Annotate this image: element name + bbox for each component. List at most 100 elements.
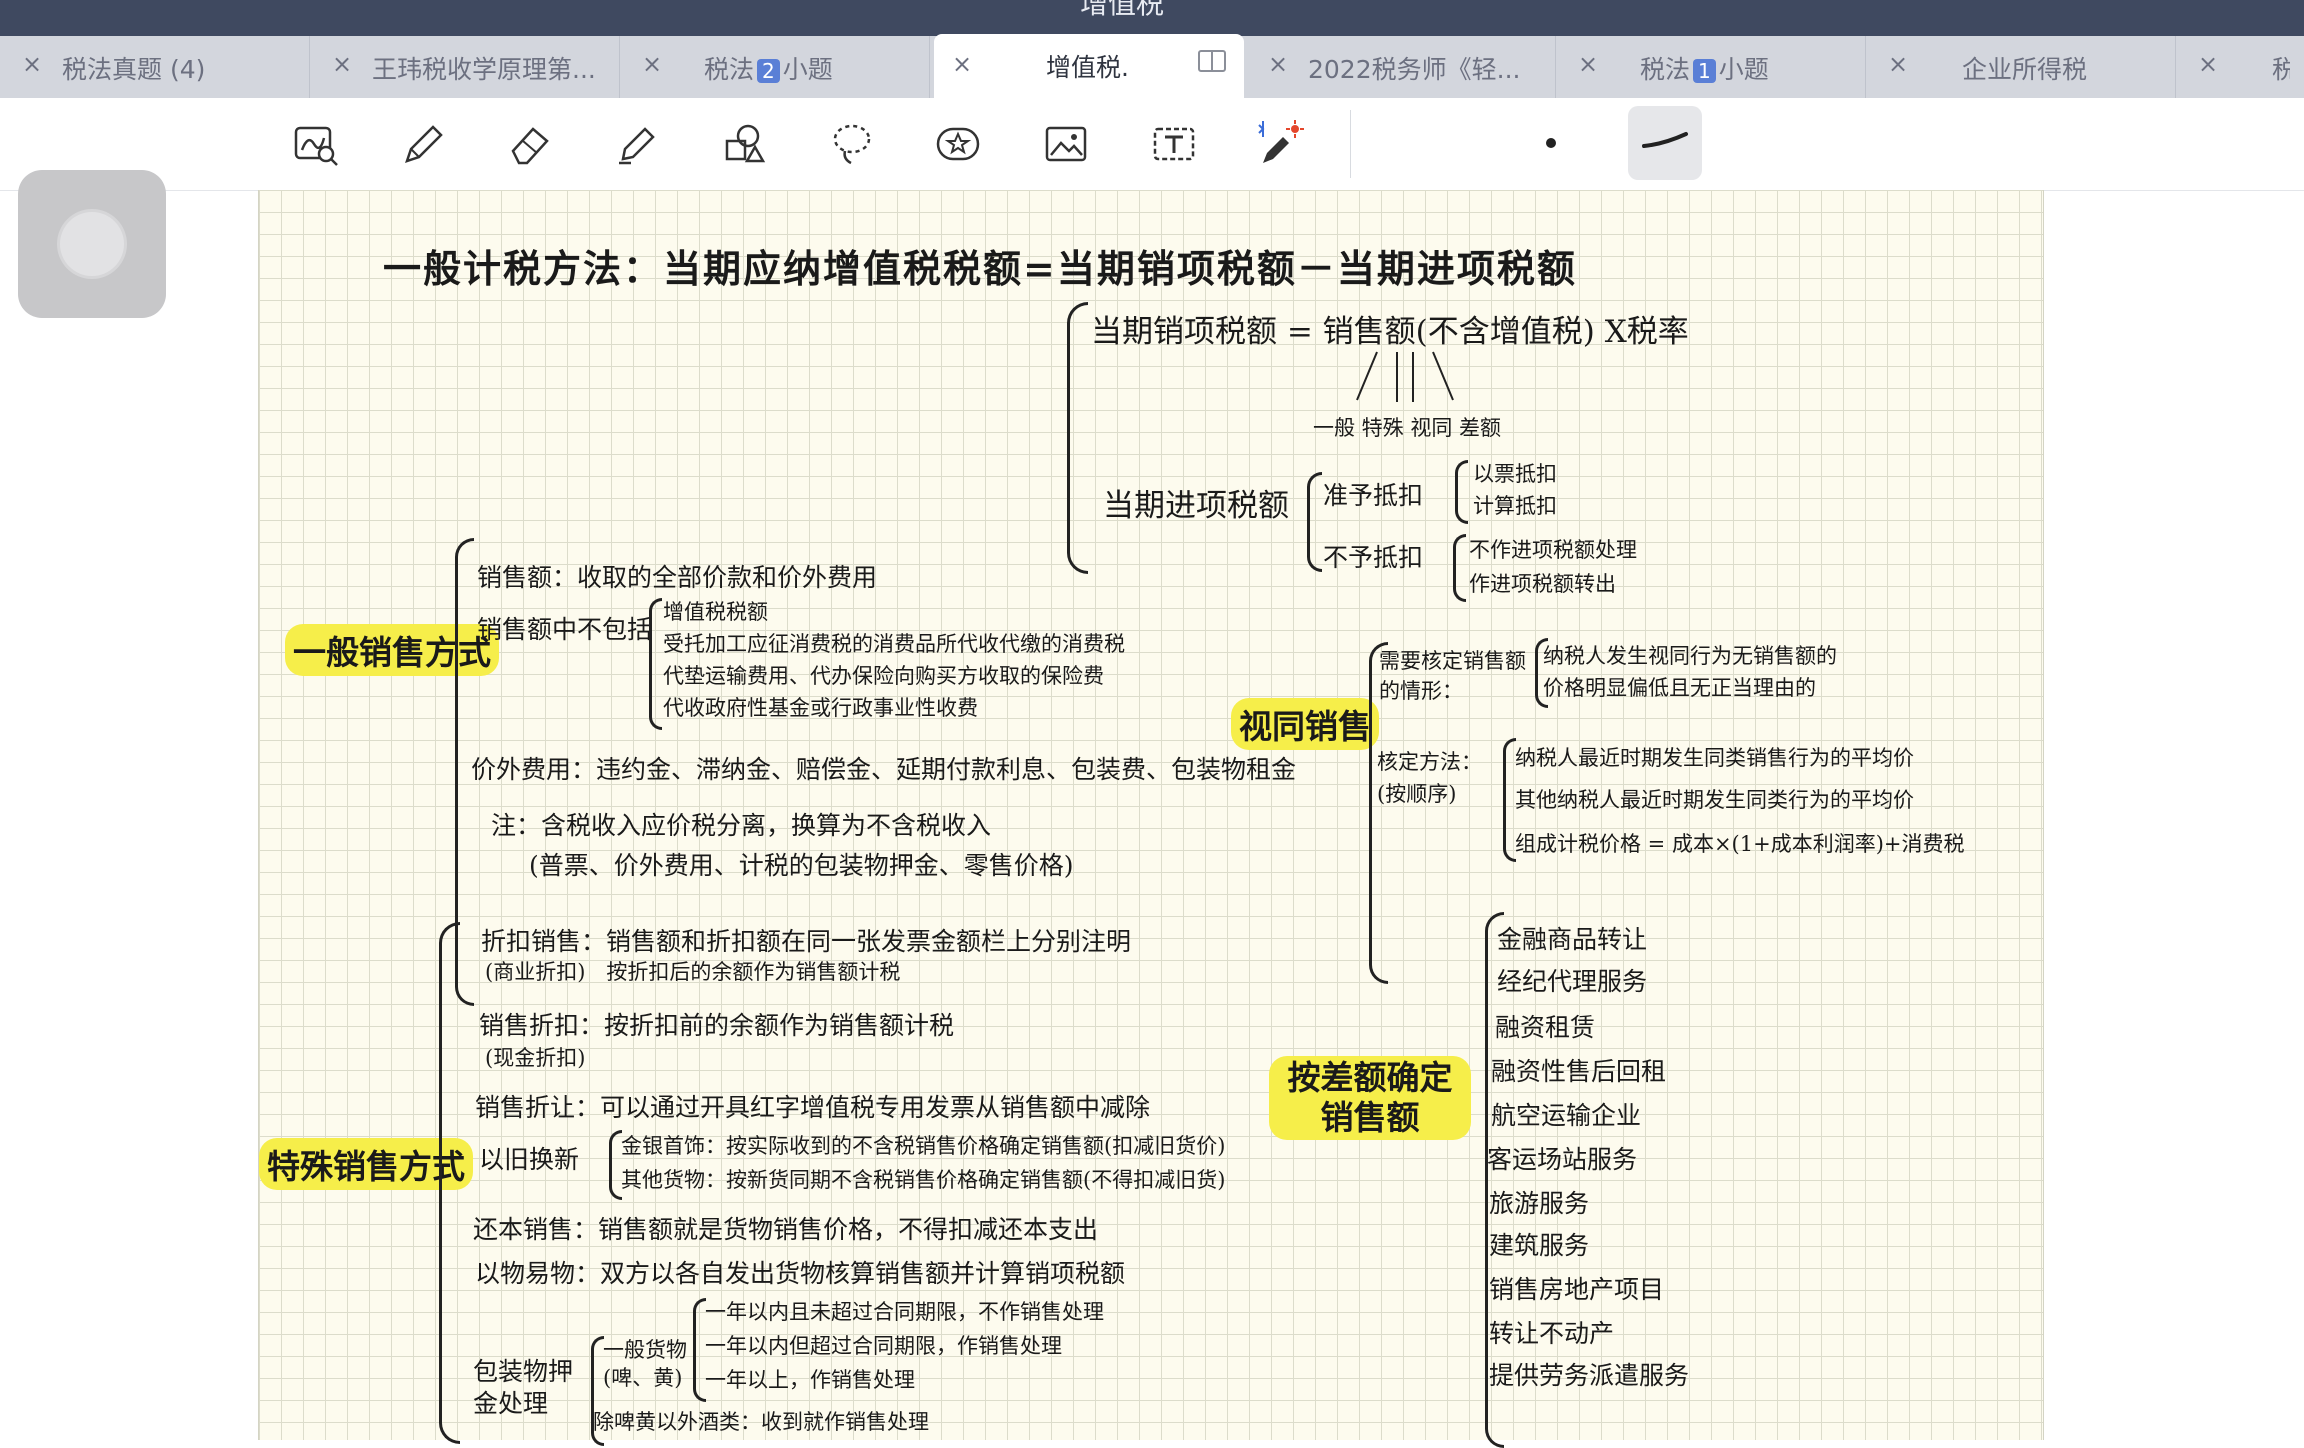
tab-shuifa-zhenti[interactable]: × 税法真题 (4) (0, 36, 310, 98)
deemed-sales-method: 其他纳税人最近时期发生同类行为的平均价 (1515, 788, 1914, 812)
arrows (1356, 351, 1454, 402)
trade-in-rule: 金银首饰：按实际收到的不含税销售价格确定销售额(扣减旧货价) (621, 1134, 1226, 1158)
tab-shuifa-1[interactable]: × 税法 1 小题 (1556, 36, 1866, 98)
tab-label: 税法 2 小题 (704, 55, 833, 84)
special-sales-item: 以物易物：双方以各自发出货物核算销售额并计算销项税额 (475, 1259, 1126, 1288)
tab-label: 王玮税收学原理第... (372, 55, 596, 84)
close-icon[interactable]: × (950, 52, 974, 76)
general-sales-item: 销售额中不包括 (477, 615, 653, 644)
differential-item: 旅游服务 (1489, 1189, 1590, 1218)
deposit-rule: 一年以上，作销售处理 (705, 1368, 915, 1392)
special-sales-item: 折扣销售：销售额和折扣额在同一张发票金额栏上分别注明 (481, 927, 1132, 956)
close-icon[interactable]: × (1576, 52, 1600, 76)
trade-in-label: 以旧换新 (479, 1145, 580, 1174)
close-icon[interactable]: × (2196, 52, 2220, 76)
differential-item: 提供劳务派遣服务 (1489, 1361, 1690, 1390)
stroke-style-button[interactable] (1628, 106, 1702, 180)
non-deductible-item: 不作进项税额处理 (1469, 538, 1637, 562)
deposit-rule: 一年以内但超过合同期限，作销售处理 (705, 1334, 1062, 1358)
brace (1455, 460, 1468, 524)
deemed-sales-method: 纳税人最近时期发生同类销售行为的平均价 (1515, 746, 1914, 770)
deemed-sales-method: 组成计税价格 = 成本×(1+成本利润率)+消费税 (1515, 832, 1965, 856)
split-view-icon[interactable] (1198, 50, 1226, 72)
special-sales-item: (商业折扣) 按折扣后的余额作为销售额计税 (485, 960, 901, 984)
deemed-sales-label: 视同销售 (1231, 698, 1379, 750)
excluded-item: 受托加工应征消费税的消费品所代收代缴的消费税 (663, 632, 1125, 656)
image-icon[interactable] (1034, 112, 1098, 176)
deposit-other: 除啤黄以外酒类：收到就作销售处理 (593, 1410, 929, 1434)
sticker-icon[interactable] (926, 112, 990, 176)
trade-in-rule: 其他货物：按新货同期不含税销售价格确定销售额(不得扣减旧货) (621, 1168, 1226, 1192)
pen-size-dot[interactable] (1546, 138, 1556, 148)
toolbar-divider (1350, 110, 1351, 178)
deductible-item: 计算抵扣 (1473, 494, 1557, 518)
lasso-zoom-icon[interactable] (284, 112, 348, 176)
differential-item: 融资性售后回租 (1491, 1057, 1667, 1086)
tab-label: 企业所得税 (1962, 55, 2088, 84)
differential-item: 建筑服务 (1489, 1231, 1590, 1260)
general-sales-note: 注：含税收入应价税分离，换算为不含税收入 (491, 811, 992, 840)
note-page[interactable]: 一般计税方法：当期应纳增值税税额=当期销项税额－当期进项税额 当期销项税额 = … (258, 190, 2044, 1448)
close-icon[interactable]: × (20, 52, 44, 76)
excluded-item: 增值税税额 (663, 600, 768, 624)
deposit-rule: 一年以内且未超过合同期限，不作销售处理 (705, 1300, 1104, 1324)
brace (439, 922, 460, 1444)
differential-label: 按差额确定销售额 (1269, 1056, 1471, 1140)
deemed-sales-method-header: 核定方法：(按顺序) (1377, 750, 1482, 806)
brace (1307, 472, 1322, 572)
special-sales-item: 销售折扣：按折扣前的余额作为销售额计税 (479, 1011, 955, 1040)
highlighter-icon[interactable] (604, 112, 668, 176)
general-sales-item: 价外费用：违约金、滞纳金、赔偿金、延期付款利息、包装费、包装物租金 (471, 755, 1297, 784)
window-title: 增值税 (1080, 0, 1165, 20)
close-icon[interactable]: × (1886, 52, 1910, 76)
status-strip: 增值税 (0, 0, 2304, 36)
page-title: 一般计税方法：当期应纳增值税税额=当期销项税额－当期进项税额 (383, 246, 1577, 291)
excluded-item: 代垫运输费用、代办保险向购买方收取的保险费 (663, 664, 1104, 688)
tab-qiye-suodeshui[interactable]: × 企业所得税 (1866, 36, 2176, 98)
differential-item: 金融商品转让 (1497, 925, 1648, 954)
assistive-touch-button[interactable] (18, 170, 166, 318)
close-icon[interactable]: × (1266, 52, 1290, 76)
differential-item: 经纪代理服务 (1497, 967, 1648, 996)
brace (1453, 534, 1466, 602)
lasso-icon[interactable] (820, 112, 884, 176)
differential-item: 转让不动产 (1489, 1319, 1615, 1348)
output-tax-formula: 当期销项税额 = 销售额(不含增值税) X税率 (1091, 314, 1689, 350)
non-deductible-label: 不予抵扣 (1323, 543, 1424, 572)
deemed-sales-case: 价格明显偏低且无正当理由的 (1543, 676, 1816, 700)
close-icon[interactable]: × (330, 52, 354, 76)
eraser-icon[interactable] (498, 112, 562, 176)
tab-label: 2022税务师《轻... (1308, 55, 1521, 84)
deemed-sales-case-header: 需要核定销售额的情形： (1379, 649, 1526, 703)
tab-2022-shuiwushi[interactable]: × 2022税务师《轻... (1246, 36, 1556, 98)
deductible-item: 以票抵扣 (1473, 462, 1557, 486)
differential-item: 客运场站服务 (1487, 1145, 1638, 1174)
number-badge: 1 (1693, 59, 1716, 83)
general-sales-note: (普票、价外费用、计税的包装物押金、零售价格) (529, 851, 1074, 880)
text-box-icon[interactable] (1142, 112, 1206, 176)
non-deductible-item: 作进项税额转出 (1469, 572, 1616, 596)
bluetooth-pencil-icon[interactable] (1248, 112, 1312, 176)
brace (1067, 302, 1088, 574)
deemed-sales-case: 纳税人发生视同行为无销售额的 (1543, 644, 1837, 668)
number-badge: 2 (757, 59, 780, 83)
tab-shui-truncated[interactable]: × 税 (2176, 36, 2304, 98)
special-sales-item: 销售折让：可以通过开具红字增值税专用发票从销售额中减除 (475, 1093, 1151, 1122)
deposit-general-label: 一般货物(啤、黄) (603, 1338, 687, 1390)
deductible-label: 准予抵扣 (1323, 481, 1424, 510)
differential-item: 融资租赁 (1495, 1013, 1596, 1042)
shapes-icon[interactable] (712, 112, 776, 176)
tab-label: 税法真题 (4) (62, 55, 206, 84)
special-sales-item: (现金折扣) (485, 1046, 586, 1070)
differential-item: 航空运输企业 (1491, 1101, 1642, 1130)
tab-shuifa-2[interactable]: × 税法 2 小题 (620, 36, 930, 98)
tab-wangwei[interactable]: × 王玮税收学原理第... (310, 36, 620, 98)
input-tax-label: 当期进项税额 (1103, 488, 1289, 524)
pen-icon[interactable] (390, 112, 454, 176)
close-icon[interactable]: × (640, 52, 664, 76)
tab-label: 税法 1 小题 (1640, 55, 1769, 84)
brace (649, 598, 662, 730)
differential-item: 销售房地产项目 (1489, 1275, 1665, 1304)
tab-zengzhishui[interactable]: × 增值税. (934, 34, 1244, 98)
special-sales-item: 还本销售：销售额就是货物销售价格，不得扣减还本支出 (473, 1215, 1099, 1244)
